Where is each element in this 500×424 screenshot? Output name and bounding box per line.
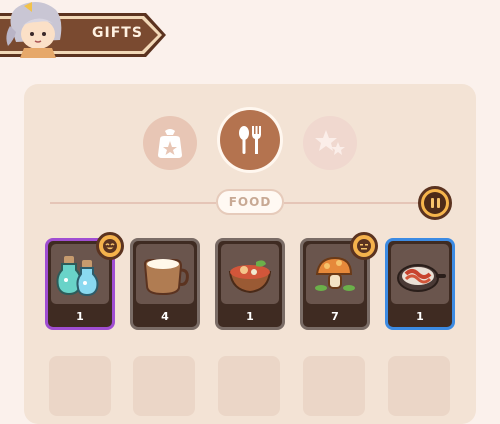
item-art bbox=[136, 244, 194, 304]
item-card-milk[interactable]: 4 bbox=[130, 238, 200, 330]
stars-icon bbox=[315, 130, 345, 155]
spoon-fork-icon bbox=[239, 126, 261, 154]
gift-bag-icon bbox=[158, 129, 182, 158]
potion-bottles-icon bbox=[56, 256, 99, 297]
item-count: 4 bbox=[161, 310, 169, 323]
stew-bowl-icon bbox=[228, 260, 272, 294]
character-portrait-icon bbox=[2, 0, 74, 58]
empty-slot bbox=[388, 356, 450, 416]
pause-sort-icon bbox=[424, 192, 446, 214]
tab-bag[interactable] bbox=[143, 116, 197, 170]
divider-right bbox=[284, 202, 422, 204]
item-art bbox=[391, 244, 449, 304]
tab-food[interactable] bbox=[220, 110, 280, 170]
bacon-pan-icon bbox=[397, 264, 446, 292]
divider-left bbox=[50, 202, 216, 204]
happy-face-icon bbox=[96, 232, 124, 260]
sort-button[interactable] bbox=[418, 186, 452, 220]
empty-slot bbox=[303, 356, 365, 416]
item-count: 1 bbox=[246, 310, 254, 323]
item-card-bacon[interactable]: 1 bbox=[385, 238, 455, 330]
section-label: FOOD bbox=[216, 189, 284, 215]
item-card-stew[interactable]: 1 bbox=[215, 238, 285, 330]
tab-favorites[interactable] bbox=[303, 116, 357, 170]
item-count: 1 bbox=[76, 310, 84, 323]
item-count: 1 bbox=[416, 310, 424, 323]
neutral-face-icon bbox=[350, 232, 378, 260]
empty-slot bbox=[218, 356, 280, 416]
milk-cup-icon bbox=[143, 259, 189, 296]
item-count: 7 bbox=[331, 310, 339, 323]
empty-slot bbox=[49, 356, 111, 416]
page-title: GIFTS bbox=[92, 25, 143, 41]
empty-slot bbox=[133, 356, 195, 416]
item-art bbox=[221, 244, 279, 304]
